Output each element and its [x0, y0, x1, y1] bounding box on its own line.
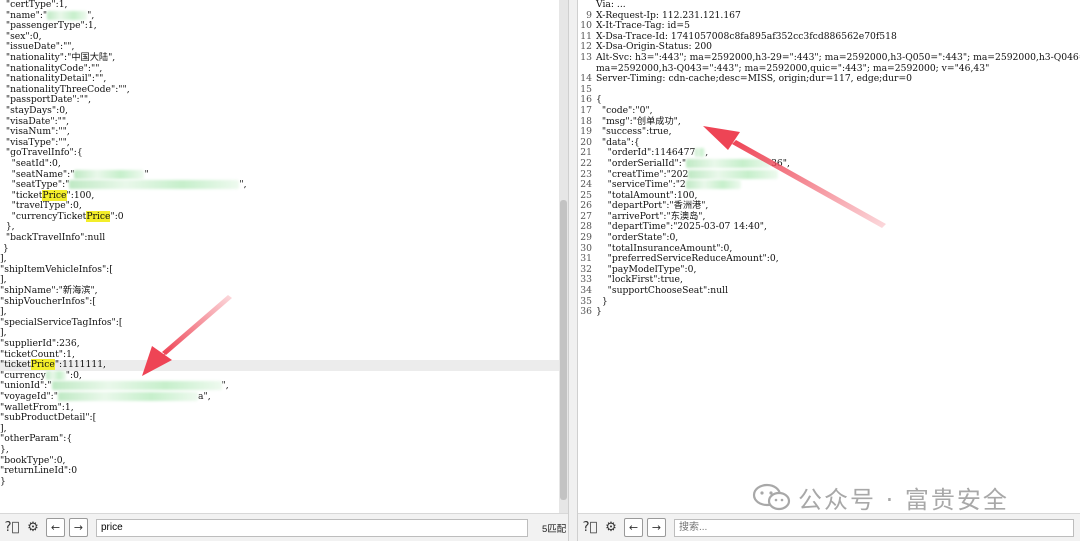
code-line: "passengerType":1,: [0, 20, 568, 32]
redacted-mosaic: [51, 381, 222, 391]
next-match-button[interactable]: →: [69, 518, 88, 537]
code-line: }: [0, 243, 568, 255]
search-match-highlight: Price: [30, 359, 55, 371]
code-text: "specialServiceTagInfos":[: [0, 316, 123, 328]
redacted-mosaic: [686, 158, 772, 168]
code-line: "voyageId":" a",: [0, 391, 568, 403]
watermark: 公众号 · 富贵安全: [752, 479, 1009, 515]
code-line: "specialServiceTagInfos":[: [0, 316, 568, 329]
code-line: "otherParam":{: [0, 434, 568, 445]
code-line: 19 "success":true,: [578, 126, 1080, 138]
code-line: "currency ":0,: [0, 370, 568, 382]
code-line: "supplierId":236,: [0, 338, 568, 350]
redacted-mosaic: [688, 169, 779, 179]
code-text: "supportChooseSeat":null: [596, 285, 729, 297]
search-input[interactable]: [674, 518, 1074, 537]
code-text: "currencyTicketPrice":0: [0, 210, 124, 222]
code-line: 35 }: [578, 296, 1080, 308]
gear-icon[interactable]: ⚙: [602, 519, 620, 537]
redacted-mosaic: [47, 10, 88, 20]
code-line: "certType":1,: [0, 0, 568, 11]
code-line: 16{: [578, 95, 1080, 106]
code-line: "goTravelInfo":{: [0, 148, 568, 159]
wechat-logo-icon: [752, 483, 791, 511]
code-line: }: [0, 475, 568, 488]
match-count: 5匹配: [542, 523, 567, 535]
code-text: "backTravelInfo":null: [0, 232, 106, 244]
code-line: 15: [578, 84, 1080, 96]
code-line: "returnLineId":0: [0, 465, 568, 477]
code-text: "otherParam":{: [0, 433, 73, 445]
code-line: "sex":0,: [0, 31, 568, 43]
search-input[interactable]: [96, 518, 528, 537]
response-lines: Via: ... 9 X-Request-Ip: 112.231.121.167 10…: [578, 0, 1080, 318]
prev-match-button[interactable]: ←: [46, 518, 65, 537]
search-match-highlight: Price: [42, 189, 67, 201]
prev-match-button[interactable]: ←: [624, 518, 643, 537]
code-line: "ticketPrice":100,: [0, 189, 568, 202]
redacted-mosaic: [74, 169, 145, 179]
code-line: "visaDate":"",: [0, 116, 568, 128]
left-search-toolbar: ?⃝ ⚙ ← → 5匹配: [0, 513, 568, 541]
code-text: }: [596, 306, 602, 318]
code-line: 36}: [578, 306, 1080, 318]
line-number: 22: [580, 157, 592, 169]
code-text: }: [0, 475, 6, 487]
response-viewer[interactable]: Via: ... 9 X-Request-Ip: 112.231.121.167 10…: [578, 0, 1080, 513]
code-text: Server-Timing: cdn-cache;desc=MISS, orig…: [596, 73, 912, 85]
line-number: 13: [580, 51, 592, 63]
code-line: "shipVoucherInfos":[: [0, 295, 568, 308]
code-line: "visaNum":"",: [0, 126, 568, 138]
code-text: "subProductDetail":[: [0, 412, 97, 424]
line-number: 17: [580, 104, 592, 116]
redacted-mosaic: [45, 370, 66, 380]
code-line: 14 Server-Timing: cdn-cache;desc=MISS, or…: [578, 73, 1080, 85]
watermark-text: 公众号 · 富贵安全: [798, 485, 1009, 514]
code-text: "shipItemVehicleInfos":[: [0, 263, 113, 275]
code-line: ],: [0, 423, 568, 435]
help-icon[interactable]: ?⃝: [581, 519, 599, 537]
code-line: },: [0, 444, 568, 456]
code-line: ],: [0, 328, 568, 339]
search-match-highlight: Price: [86, 210, 111, 222]
request-editor[interactable]: "certType":1, "name":" ", "passengerType"…: [0, 0, 568, 513]
left-scrollbar[interactable]: [559, 0, 568, 513]
code-line: "seatName":" ": [0, 169, 568, 181]
code-line: "currencyTicketPrice":0: [0, 210, 568, 223]
code-line: "subProductDetail":[: [0, 412, 568, 424]
code-line: "unionId":" ",: [0, 381, 568, 392]
code-text: "shipVoucherInfos":[: [0, 295, 96, 307]
left-scroll-thumb[interactable]: [560, 200, 567, 500]
code-line: "passportDate":"",: [0, 95, 568, 106]
redacted-mosaic: [58, 391, 198, 401]
next-match-button[interactable]: →: [647, 518, 666, 537]
code-line: "ticketPrice":1111111,: [0, 359, 568, 371]
code-line: "backTravelInfo":null: [0, 232, 568, 244]
code-line: 34 "supportChooseSeat":null: [578, 285, 1080, 297]
redacted-mosaic: [695, 148, 706, 158]
line-number: 36: [580, 306, 592, 318]
code-text: "returnLineId":0: [0, 465, 78, 477]
redacted-mosaic: [685, 180, 741, 190]
pane-divider[interactable]: [568, 0, 578, 541]
code-line: "stayDays":0,: [0, 105, 568, 117]
code-line: "visaType":"",: [0, 137, 568, 149]
gear-icon[interactable]: ⚙: [24, 519, 42, 537]
code-line: "shipItemVehicleInfos":[: [0, 263, 568, 276]
help-icon[interactable]: ?⃝: [3, 519, 21, 537]
code-line: "seatId":0,: [0, 158, 568, 170]
right-search-toolbar: ?⃝ ⚙ ← →: [578, 513, 1080, 541]
request-body-lines: "certType":1, "name":" ", "passengerType"…: [0, 0, 568, 487]
redacted-mosaic: [69, 180, 240, 190]
code-line: "bookType":0,: [0, 455, 568, 467]
